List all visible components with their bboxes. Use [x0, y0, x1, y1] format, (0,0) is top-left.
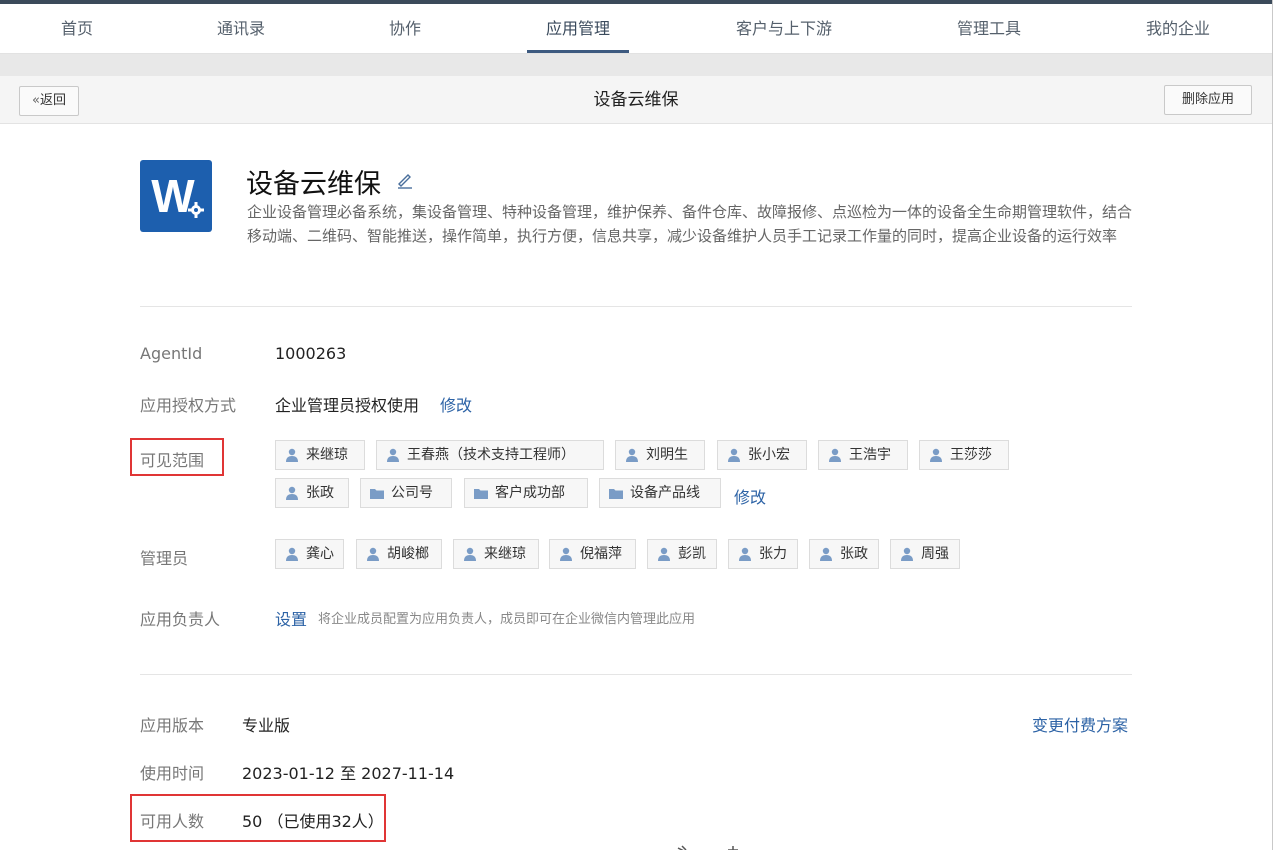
- person-icon: [829, 448, 841, 462]
- version-label: 应用版本: [140, 716, 205, 735]
- admin-tag[interactable]: 龚心: [275, 539, 344, 569]
- page-titlebar: 设备云维保 «返回 删除应用: [0, 76, 1272, 124]
- svg-text:W: W: [151, 170, 195, 222]
- admin-tag[interactable]: 倪福萍: [549, 539, 636, 569]
- owner-label: 应用负责人: [140, 610, 221, 629]
- period-value: 2023-01-12 至 2027-11-14: [242, 764, 455, 783]
- divider: [140, 674, 1132, 675]
- admin-label: 管理员: [140, 549, 189, 568]
- separator-band: [0, 54, 1272, 76]
- auth-method-label: 应用授权方式: [140, 396, 237, 415]
- visible-tag[interactable]: 张政: [275, 478, 349, 508]
- agentid-value: 1000263: [275, 344, 347, 363]
- visible-tag[interactable]: 王莎莎: [919, 440, 1009, 470]
- nav-item-admin-tools[interactable]: 管理工具: [946, 4, 1032, 54]
- auth-modify-link[interactable]: 修改: [440, 392, 472, 416]
- period-label: 使用时间: [140, 764, 205, 783]
- admin-tag[interactable]: 张政: [809, 539, 879, 569]
- top-navigation: 首页 通讯录 协作 应用管理 客户与上下游 管理工具 我的企业: [0, 4, 1272, 54]
- folder-icon: [474, 489, 488, 499]
- admin-tag[interactable]: 彭凯: [647, 539, 717, 569]
- admin-tag[interactable]: 来继琼: [453, 539, 539, 569]
- person-icon: [367, 547, 379, 561]
- person-icon: [820, 547, 832, 561]
- delete-app-button[interactable]: 删除应用: [1164, 85, 1252, 115]
- visible-tag[interactable]: 王浩宇: [818, 440, 908, 470]
- person-icon: [930, 448, 942, 462]
- nav-item-home[interactable]: 首页: [47, 4, 107, 54]
- person-icon: [286, 448, 298, 462]
- person-icon: [739, 547, 751, 561]
- person-icon: [728, 448, 740, 462]
- person-icon: [286, 486, 298, 500]
- owner-note: 将企业成员配置为应用负责人，成员即可在企业微信内管理此应用: [318, 612, 696, 627]
- nav-active-underline: [527, 50, 629, 53]
- nav-item-app-management[interactable]: 应用管理: [527, 4, 629, 54]
- back-button-label: 返回: [39, 93, 66, 108]
- person-icon: [901, 547, 913, 561]
- folder-icon: [370, 489, 384, 499]
- pencil-icon[interactable]: [396, 170, 414, 190]
- person-icon: [464, 547, 476, 561]
- cut-off-content: [620, 840, 750, 850]
- version-value: 专业版: [242, 716, 291, 735]
- nav-item-customers[interactable]: 客户与上下游: [725, 4, 843, 54]
- app-description: 企业设备管理必备系统，集设备管理、特种设备管理，维护保养、备件仓库、故障报修、点…: [247, 203, 1133, 245]
- folder-icon: [609, 489, 623, 499]
- highlight-box-seats: [130, 794, 386, 842]
- visible-tag[interactable]: 公司号: [360, 478, 452, 508]
- person-icon: [286, 547, 298, 561]
- visible-modify-link[interactable]: 修改: [734, 484, 766, 508]
- app-logo: W: [140, 160, 212, 232]
- nav-item-collaboration[interactable]: 协作: [375, 4, 435, 54]
- double-chevron-left-icon: «: [32, 93, 40, 108]
- divider: [140, 306, 1132, 307]
- back-button[interactable]: «返回: [19, 86, 79, 116]
- visible-tag[interactable]: 张小宏: [717, 440, 807, 470]
- person-icon: [387, 448, 399, 462]
- window-edge: [1272, 0, 1276, 850]
- page-title: 设备云维保: [593, 90, 679, 110]
- visible-tag[interactable]: 刘明生: [615, 440, 705, 470]
- admin-tag[interactable]: 胡峻榔: [356, 539, 442, 569]
- nav-item-contacts[interactable]: 通讯录: [206, 4, 276, 54]
- person-icon: [560, 547, 572, 561]
- person-icon: [626, 448, 638, 462]
- visible-tag[interactable]: 客户成功部: [464, 478, 588, 508]
- owner-set-link[interactable]: 设置: [275, 606, 307, 630]
- auth-method-value: 企业管理员授权使用: [275, 396, 420, 415]
- visible-tag[interactable]: 王春燕（技术支持工程师）: [376, 440, 604, 470]
- admin-tag[interactable]: 周强: [890, 539, 960, 569]
- visible-tag[interactable]: 来继琼: [275, 440, 365, 470]
- highlight-box-visible-range: [130, 438, 224, 476]
- app-name: 设备云维保: [246, 169, 381, 200]
- admin-tag[interactable]: 张力: [728, 539, 798, 569]
- agentid-label: AgentId: [140, 344, 203, 363]
- person-icon: [658, 547, 670, 561]
- visible-tag[interactable]: 设备产品线: [599, 478, 721, 508]
- change-plan-link[interactable]: 变更付费方案: [1032, 712, 1128, 736]
- nav-item-my-enterprise[interactable]: 我的企业: [1136, 4, 1220, 54]
